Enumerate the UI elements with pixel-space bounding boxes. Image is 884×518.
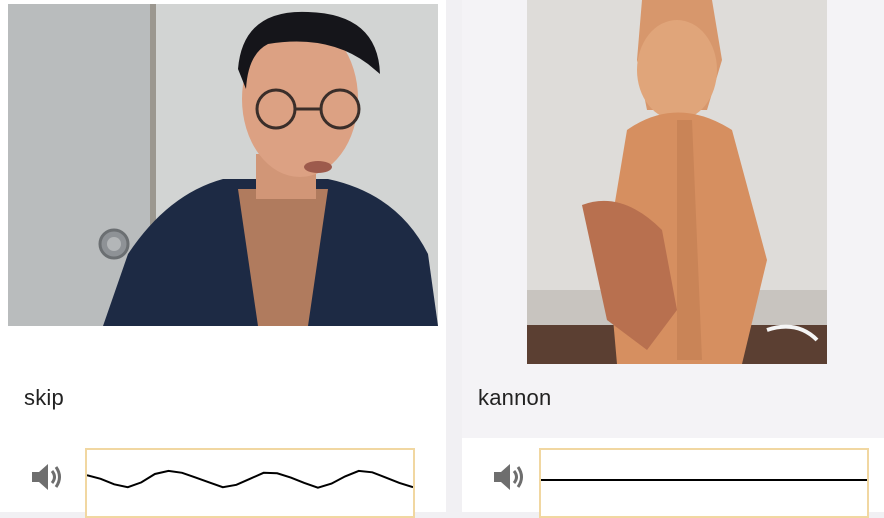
speaker-icon[interactable]	[30, 462, 64, 492]
waveform-line	[87, 469, 413, 489]
waveform-display[interactable]	[539, 448, 869, 518]
statue-photo	[527, 0, 827, 364]
speaker-icon[interactable]	[492, 462, 526, 492]
waveform-line	[541, 479, 867, 481]
media-card-kannon: kannon	[462, 0, 884, 518]
audio-player	[0, 438, 446, 518]
portrait-photo	[8, 4, 438, 326]
audio-player	[462, 438, 884, 518]
waveform-path	[87, 469, 413, 489]
card-label: kannon	[478, 385, 552, 410]
media-card-skip: skip	[0, 0, 446, 518]
waveform-display[interactable]	[85, 448, 415, 518]
card-label: skip	[24, 385, 64, 410]
